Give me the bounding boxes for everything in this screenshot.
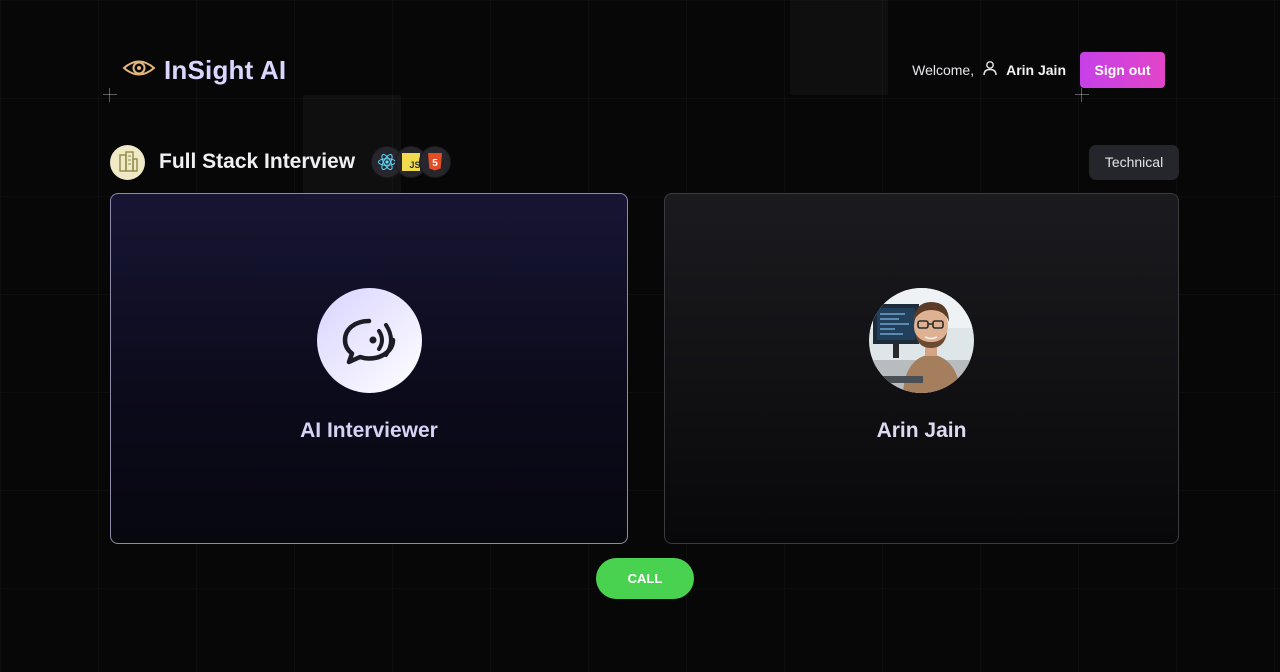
ai-interviewer-card: AI Interviewer bbox=[110, 193, 628, 544]
welcome-text: Welcome, bbox=[912, 62, 975, 78]
sparkle-decoration bbox=[103, 88, 117, 102]
page: InSight AI Welcome, Arin Jain Sign out F… bbox=[0, 0, 1280, 672]
top-navbar: InSight AI Welcome, Arin Jain Sign out bbox=[122, 52, 1165, 88]
user-avatar-photo bbox=[869, 288, 974, 393]
user-icon bbox=[982, 60, 998, 81]
eye-logo-icon bbox=[122, 57, 156, 84]
user-name: Arin Jain bbox=[876, 419, 967, 442]
ai-interviewer-name: AI Interviewer bbox=[300, 419, 438, 442]
sparkle-decoration bbox=[1075, 88, 1089, 102]
call-button[interactable]: CALL bbox=[596, 558, 694, 599]
html5-icon: 5 bbox=[419, 146, 452, 178]
interview-type-badge: Technical bbox=[1089, 144, 1179, 180]
user-area: Welcome, Arin Jain Sign out bbox=[912, 52, 1165, 88]
brand[interactable]: InSight AI bbox=[122, 55, 286, 86]
company-logo-icon bbox=[110, 144, 145, 180]
interview-title: Full Stack Interview bbox=[159, 150, 356, 173]
user-card: Arin Jain bbox=[664, 193, 1179, 544]
header-username: Arin Jain bbox=[1006, 62, 1066, 78]
interview-info: Full Stack Interview JS 5 bbox=[110, 144, 452, 180]
sign-out-button[interactable]: Sign out bbox=[1080, 52, 1165, 88]
svg-text:5: 5 bbox=[432, 158, 438, 169]
tech-stack: JS 5 bbox=[371, 146, 452, 178]
chat-voice-icon bbox=[316, 288, 422, 393]
brand-name: InSight AI bbox=[164, 54, 287, 85]
interview-header: Full Stack Interview JS 5 Technical bbox=[110, 144, 1179, 180]
